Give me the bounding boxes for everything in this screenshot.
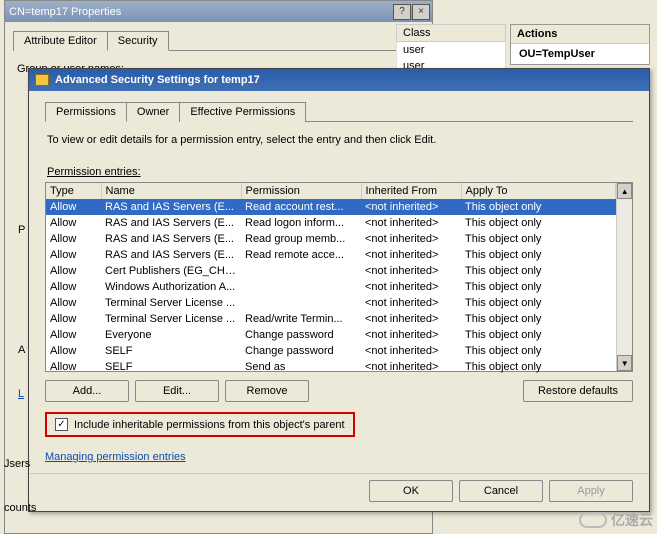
- table-row[interactable]: AllowRAS and IAS Servers (E...Read remot…: [46, 247, 616, 263]
- table-row[interactable]: AllowTerminal Server License ...<not inh…: [46, 295, 616, 311]
- scroll-down-button[interactable]: ▼: [617, 355, 632, 371]
- table-row[interactable]: AllowWindows Authorization A...<not inhe…: [46, 279, 616, 295]
- remove-button[interactable]: Remove: [225, 380, 309, 402]
- scroll-track[interactable]: [617, 199, 632, 355]
- watermark: 亿速云: [579, 510, 653, 530]
- table-row[interactable]: AllowRAS and IAS Servers (E...Read logon…: [46, 215, 616, 231]
- entries-label: Permission entries:: [47, 166, 631, 178]
- properties-title: CN=temp17 Properties: [9, 6, 121, 18]
- left-letter-p: P: [18, 224, 25, 236]
- bg-class-column: Class user user: [396, 24, 506, 74]
- col-inherited[interactable]: Inherited From: [361, 183, 461, 199]
- adv-titlebar[interactable]: Advanced Security Settings for temp17: [29, 69, 649, 91]
- left-letter-l: L: [18, 388, 24, 400]
- properties-tabs: Attribute Editor Security: [13, 30, 432, 51]
- add-button[interactable]: Add...: [45, 380, 129, 402]
- intro-text: To view or edit details for a permission…: [47, 134, 631, 146]
- col-name[interactable]: Name: [101, 183, 241, 199]
- tab-attribute-editor[interactable]: Attribute Editor: [13, 31, 108, 51]
- actions-header: Actions: [511, 25, 649, 44]
- apply-button[interactable]: Apply: [549, 480, 633, 502]
- adv-title-text: Advanced Security Settings for temp17: [55, 74, 260, 86]
- left-letter-a: A: [18, 344, 25, 356]
- restore-defaults-button[interactable]: Restore defaults: [523, 380, 633, 402]
- status-users: Jsers: [0, 456, 34, 472]
- adv-tabs: Permissions Owner Effective Permissions: [45, 101, 633, 122]
- bg-class-header[interactable]: Class: [396, 24, 506, 42]
- cancel-button[interactable]: Cancel: [459, 480, 543, 502]
- tab-effective-permissions[interactable]: Effective Permissions: [179, 102, 306, 122]
- actions-item[interactable]: OU=TempUser: [511, 44, 649, 64]
- inherit-label: Include inheritable permissions from thi…: [74, 419, 345, 431]
- managing-permissions-link[interactable]: Managing permission entries: [45, 451, 186, 463]
- watermark-icon: [579, 512, 607, 528]
- col-apply-to[interactable]: Apply To: [461, 183, 616, 199]
- folder-icon: [35, 74, 49, 86]
- inherit-checkbox[interactable]: ✓: [55, 418, 68, 431]
- bg-class-cell: user: [396, 42, 506, 58]
- tab-permissions[interactable]: Permissions: [45, 102, 127, 122]
- table-row[interactable]: AllowRAS and IAS Servers (E...Read group…: [46, 231, 616, 247]
- advanced-security-dialog: Advanced Security Settings for temp17 Pe…: [28, 68, 650, 512]
- table-row[interactable]: AllowEveryoneChange password<not inherit…: [46, 327, 616, 343]
- col-type[interactable]: Type: [46, 183, 101, 199]
- table-row[interactable]: AllowCert Publishers (EG_CH\...<not inhe…: [46, 263, 616, 279]
- edit-button[interactable]: Edit...: [135, 380, 219, 402]
- permission-table[interactable]: Type Name Permission Inherited From Appl…: [45, 182, 633, 372]
- ok-button[interactable]: OK: [369, 480, 453, 502]
- inherit-highlight: ✓ Include inheritable permissions from t…: [45, 412, 355, 437]
- actions-pane: Actions OU=TempUser: [510, 24, 650, 65]
- tab-owner[interactable]: Owner: [126, 102, 180, 122]
- tab-security[interactable]: Security: [107, 31, 169, 51]
- properties-titlebar[interactable]: CN=temp17 Properties ? ×: [5, 1, 432, 22]
- close-button[interactable]: ×: [412, 4, 430, 20]
- table-row[interactable]: AllowSELFChange password<not inherited>T…: [46, 343, 616, 359]
- table-row[interactable]: AllowSELFSend as<not inherited>This obje…: [46, 359, 616, 375]
- status-counts: counts: [0, 500, 40, 516]
- dialog-footer: OK Cancel Apply: [29, 473, 649, 511]
- help-button[interactable]: ?: [393, 4, 411, 20]
- scroll-up-button[interactable]: ▲: [617, 183, 632, 199]
- table-row[interactable]: AllowTerminal Server License ...Read/wri…: [46, 311, 616, 327]
- vertical-scrollbar[interactable]: ▲ ▼: [616, 183, 632, 371]
- col-permission[interactable]: Permission: [241, 183, 361, 199]
- watermark-text: 亿速云: [611, 510, 653, 530]
- table-row[interactable]: AllowRAS and IAS Servers (E...Read accou…: [46, 199, 616, 215]
